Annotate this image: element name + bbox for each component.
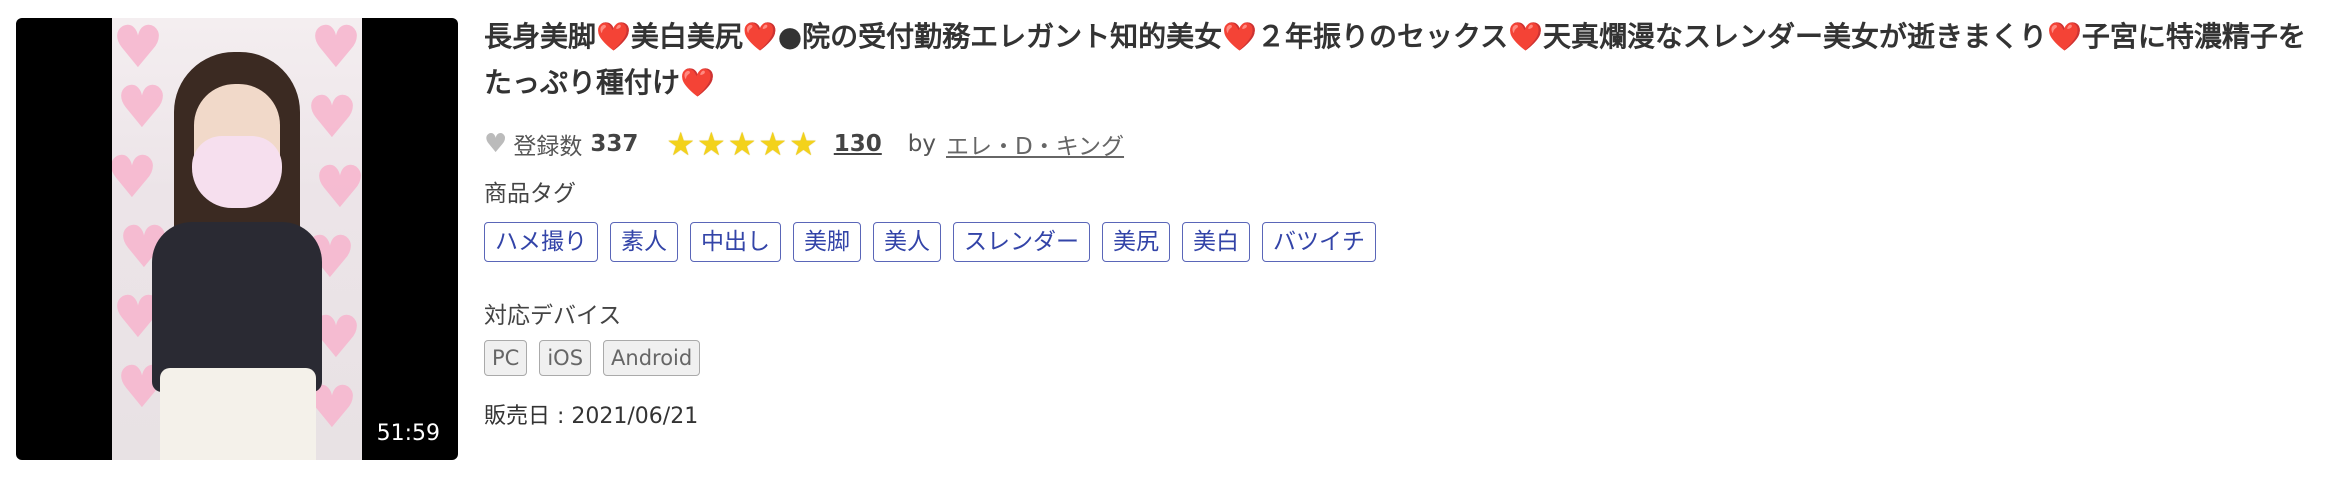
star-icon: ★ [697, 125, 726, 163]
rating-stars: ★ ★ ★ ★ ★ [666, 128, 819, 160]
person-skirt [160, 368, 316, 460]
tag-link[interactable]: ハメ撮り [484, 222, 598, 262]
tag-link[interactable]: スレンダー [953, 222, 1090, 262]
star-icon: ★ [666, 125, 696, 163]
tag-link[interactable]: 中出し [690, 222, 781, 262]
video-duration: 51:59 [376, 421, 440, 446]
tag-link[interactable]: 美脚 [793, 222, 861, 262]
review-count-link[interactable]: 130 [834, 131, 882, 157]
device-badge: Android [603, 340, 701, 376]
tag-link[interactable]: 美白 [1182, 222, 1250, 262]
person-top [152, 222, 322, 392]
tag-link[interactable]: 美尻 [1102, 222, 1170, 262]
favorites-count: 337 [590, 131, 639, 157]
tag-link[interactable]: 美人 [873, 222, 941, 262]
thumbnail-image: ♥ ♥ ♥ ♥ ♥ ♥ ♥ ♥ ♥ ♥ ♥ ♥ [112, 18, 362, 460]
by-label: by [907, 131, 936, 157]
face-mask [192, 136, 282, 208]
tags-label: 商品タグ [484, 181, 576, 207]
favorites-label: 登録数 [513, 134, 583, 160]
meta-row: ♥ 登録数 337 ★ ★ ★ ★ ★ 130 by エレ・D・キング [484, 126, 1124, 162]
author-link[interactable]: エレ・D・キング [946, 127, 1124, 161]
device-badge: PC [484, 340, 528, 376]
star-icon: ★ [758, 125, 788, 163]
release-date: 販売日 : 2021/06/21 [484, 404, 699, 429]
tag-list: ハメ撮り 素人 中出し 美脚 美人 スレンダー 美尻 美白 バツイチ [484, 222, 1388, 262]
devices-label: 対応デバイス [484, 303, 622, 329]
tag-link[interactable]: 素人 [610, 222, 678, 262]
tag-link[interactable]: バツイチ [1262, 222, 1376, 262]
product-thumbnail[interactable]: ♥ ♥ ♥ ♥ ♥ ♥ ♥ ♥ ♥ ♥ ♥ ♥ 51:59 [16, 18, 458, 460]
product-title[interactable]: 長身美脚❤️美白美尻❤️●院の受付勤務エレガント知的美女❤️２年振りのセックス❤… [484, 14, 2314, 106]
star-icon: ★ [789, 125, 818, 163]
device-list: PC iOS Android [484, 340, 712, 376]
heart-icon[interactable]: ♥ [484, 129, 507, 159]
device-badge: iOS [539, 340, 592, 376]
star-icon: ★ [727, 125, 757, 163]
